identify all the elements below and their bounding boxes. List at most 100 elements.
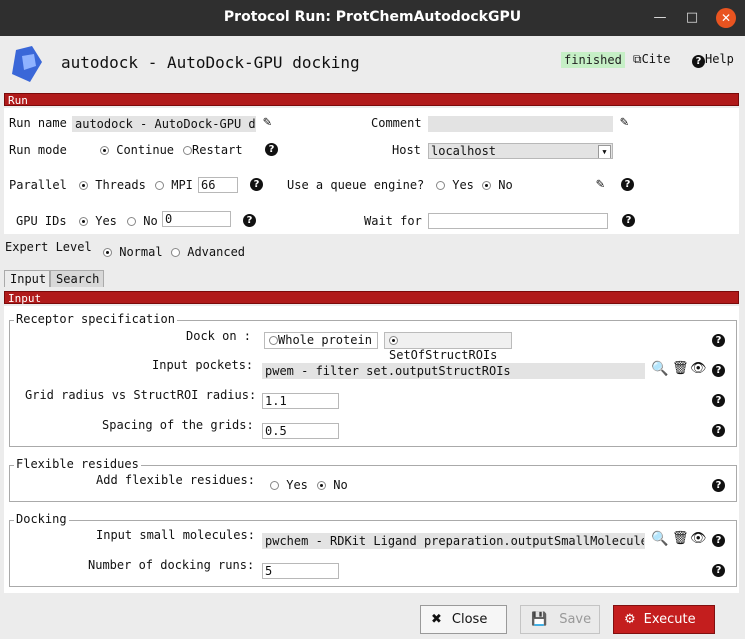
run-name-field[interactable]: autodock - AutoDock-GPU docking [72,116,256,132]
dropdown-arrow-icon: ▼ [598,145,611,158]
radio-icon [183,146,192,155]
radio-selected-icon [100,146,109,155]
external-link-icon: ⧉ [633,52,642,66]
flexible-group-title: Flexible residues [14,457,141,471]
small-molecules-field[interactable]: pwchem - RDKit Ligand preparation.output… [262,533,645,549]
gpu-ids-input[interactable]: 0 [162,211,231,227]
window-title: Protocol Run: ProtChemAutodockGPU [223,9,522,25]
small-molecules-label: Input small molecules: [96,528,255,542]
status-badge: finished [561,52,625,68]
execute-button[interactable]: ⚙ Execute [613,605,715,634]
tab-input[interactable]: Input [4,270,50,287]
gears-icon: ⚙ [624,612,636,627]
docking-runs-input[interactable]: 5 [262,563,339,579]
help-icon[interactable]: ? [250,178,263,191]
gpu-yes-radio[interactable]: Yes [79,214,117,228]
minimize-icon[interactable]: — [650,8,670,28]
help-icon[interactable]: ? [712,534,725,547]
parallel-label: Parallel [9,178,67,192]
save-button[interactable]: 💾 Save [520,605,600,634]
comment-label: Comment [371,116,422,130]
expert-advanced-radio[interactable]: Advanced [171,245,245,259]
radio-icon [436,181,445,190]
help-icon[interactable]: ? [243,214,256,227]
host-label: Host [392,143,421,157]
help-icon[interactable]: ? [712,334,725,347]
flexible-yes-radio[interactable]: Yes [270,478,308,492]
grid-radius-input[interactable]: 1.1 [262,393,339,409]
help-icon[interactable]: ? [621,178,634,191]
radio-selected-icon [482,181,491,190]
help-icon[interactable]: ? [712,564,725,577]
edit-comment-icon[interactable]: ✎ [620,114,628,130]
docking-runs-label: Number of docking runs: [88,558,255,572]
dock-structrois-radio[interactable]: SetOfStructROIs [384,332,512,362]
help-icon[interactable]: ? [712,424,725,437]
save-icon: 💾 [531,612,548,627]
help-icon[interactable]: ? [622,214,635,227]
radio-icon [269,336,278,345]
help-icon[interactable]: ? [712,394,725,407]
mpi-input[interactable]: 66 [198,177,238,193]
eye-icon[interactable]: 👁 [690,361,707,376]
parallel-mpi-radio[interactable]: MPI [155,178,193,192]
run-mode-continue-radio[interactable]: Continue [100,143,174,157]
add-flexible-label: Add flexible residues: [96,473,255,487]
dock-whole-protein-radio[interactable]: Whole protein [264,332,378,349]
expert-normal-radio[interactable]: Normal [103,245,163,259]
receptor-group-title: Receptor specification [14,312,177,326]
protocol-form: autodock - AutoDock-GPU docking finished… [0,36,745,639]
help-link[interactable]: ? Help [692,52,734,68]
run-name-label: Run name [9,116,67,130]
radio-selected-icon [389,336,398,345]
scipion-logo-icon [12,46,42,82]
comment-field[interactable] [428,116,613,132]
protocol-title: autodock - AutoDock-GPU docking [61,53,360,72]
maximize-icon[interactable]: □ [682,8,702,28]
input-section-bar: Input [4,291,739,305]
spacing-input[interactable]: 0.5 [262,423,339,439]
eye-icon[interactable]: 👁 [690,531,707,546]
help-icon[interactable]: ? [265,143,278,156]
edit-run-name-icon[interactable]: ✎ [263,114,271,130]
search-icon[interactable]: 🔍 [651,361,668,377]
radio-selected-icon [79,181,88,190]
expert-level-label: Expert Level [5,240,92,254]
queue-yes-radio[interactable]: Yes [436,178,474,192]
flexible-no-radio[interactable]: No [317,478,348,492]
queue-no-radio[interactable]: No [482,178,513,192]
search-icon[interactable]: 🔍 [651,531,668,547]
parallel-threads-radio[interactable]: Threads [79,178,146,192]
radio-icon [270,481,279,490]
gpu-no-radio[interactable]: No [127,214,158,228]
dock-on-label: Dock on : [186,329,252,343]
radio-icon [155,181,164,190]
help-icon[interactable]: ? [712,479,725,492]
title-bar: Protocol Run: ProtChemAutodockGPU — □ ✕ [0,0,745,36]
radio-icon [171,248,180,257]
input-pockets-field[interactable]: pwem - filter set.outputStructROIs [262,363,645,379]
help-icon[interactable]: ? [712,364,725,377]
edit-queue-icon[interactable]: ✎ [596,176,604,192]
wait-for-input[interactable] [428,213,608,229]
input-pockets-label: Input pockets: [152,358,254,372]
docking-group-title: Docking [14,512,69,526]
close-icon: ✖ [431,612,442,627]
close-button[interactable]: ✖ Close [420,605,507,634]
run-section-bar: Run [4,93,739,107]
radio-icon [127,217,136,226]
run-mode-label: Run mode [9,143,67,157]
radio-selected-icon [317,481,326,490]
queue-label: Use a queue engine? [287,178,425,192]
trash-icon[interactable]: 🗑 [672,531,689,546]
gpu-ids-label: GPU IDs [16,214,67,228]
cite-link[interactable]: ⧉Cite [633,52,670,67]
help-icon: ? [692,55,705,68]
spacing-label: Spacing of the grids: [102,418,254,432]
host-select[interactable]: localhost ▼ [428,143,613,159]
tab-search[interactable]: Search [50,270,104,287]
close-window-icon[interactable]: ✕ [716,8,736,28]
trash-icon[interactable]: 🗑 [672,361,689,376]
run-mode-restart-radio[interactable]: Restart [183,143,243,157]
wait-for-label: Wait for [364,214,422,228]
